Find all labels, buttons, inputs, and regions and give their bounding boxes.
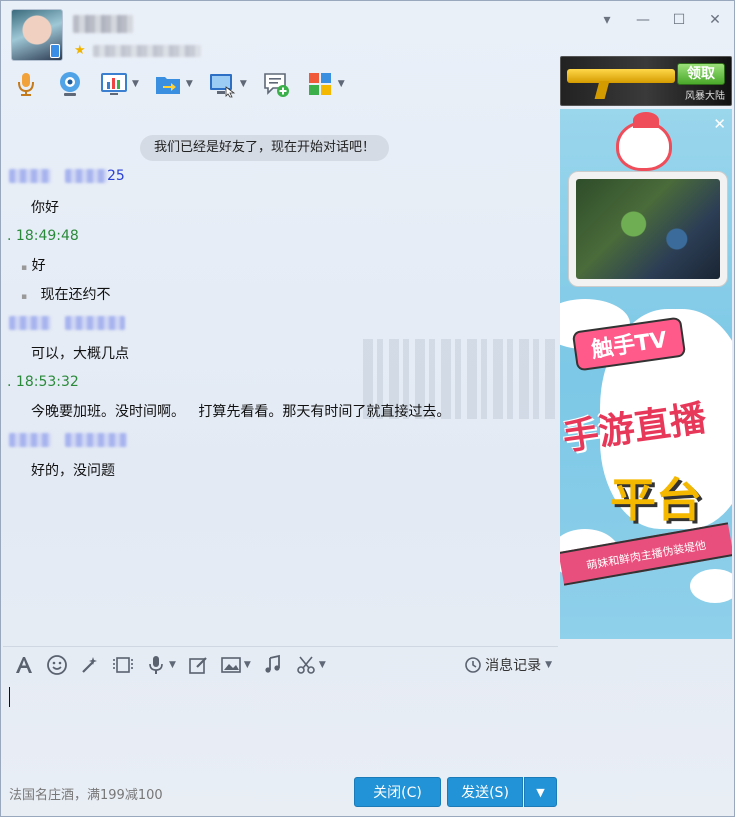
minimize-icon[interactable]: — <box>634 11 652 29</box>
microphone-icon <box>18 73 34 96</box>
timestamp-blurred <box>65 169 107 183</box>
screen-share-button[interactable]: ▼ <box>207 69 247 99</box>
promo-link[interactable]: 法国名庄酒，满199减100 <box>9 784 163 803</box>
clock-icon <box>465 657 481 673</box>
edit-icon <box>189 656 207 674</box>
sender-name <box>9 169 51 183</box>
chat-add-icon <box>263 73 289 97</box>
message-text: ▪ 好 <box>21 258 46 274</box>
message-text: 可以，大概几点 <box>31 346 129 362</box>
message-text: 好的，没问题 <box>31 463 115 479</box>
message-text: 你好 <box>31 200 59 216</box>
message-header <box>9 314 125 332</box>
sender-name <box>9 316 51 330</box>
chat-toolbar: ▼ ▼ ▼ ▼ <box>11 69 359 99</box>
timestamp: 18:49:48 <box>15 228 79 244</box>
chat-history[interactable]: 我们已经是好友了，现在开始对话吧！ 25 你好 . 18:49:48 ▪ 好 ▪… <box>3 109 558 644</box>
message-text-content: 好 <box>31 258 46 274</box>
voice-call-button[interactable] <box>11 69 41 99</box>
close-button[interactable]: 关闭(C) <box>354 777 441 807</box>
message-header: . 18:49:48 <box>7 227 79 245</box>
message-header: 25 <box>9 167 125 185</box>
timestamp-blurred <box>65 433 127 447</box>
message-text-content: 现在还约不 <box>40 287 111 303</box>
dot: . <box>7 374 16 390</box>
apps-button[interactable]: ▼ <box>305 69 345 99</box>
text-caret <box>9 687 10 707</box>
mic-icon <box>149 655 163 674</box>
image-button[interactable]: ▼ <box>220 654 251 676</box>
ad-headline-2: 平台 <box>610 473 702 527</box>
dropdown-icon[interactable]: ▾ <box>598 11 616 29</box>
maximize-icon[interactable]: ☐ <box>670 11 688 29</box>
chevron-down-icon[interactable]: ▼ <box>240 79 247 89</box>
sender-name <box>9 433 51 447</box>
chevron-down-icon[interactable]: ▼ <box>132 79 139 89</box>
video-call-button[interactable] <box>55 69 85 99</box>
close-icon[interactable]: ✕ <box>706 11 724 29</box>
font-icon <box>16 656 32 673</box>
tablet-image <box>568 171 728 287</box>
dot: . <box>7 228 16 244</box>
close-icon[interactable]: ✕ <box>713 115 726 133</box>
chevron-down-icon[interactable]: ▼ <box>338 79 345 89</box>
rifle-icon <box>567 69 675 83</box>
timestamp-blurred <box>65 316 125 330</box>
chat-window: ★ ▾ — ☐ ✕ ▼ ▼ ▼ ▼ 领取 风暴大陆 我们已经是好友了，现在开始对… <box>0 0 735 817</box>
nudge-button[interactable] <box>79 654 101 676</box>
music-button[interactable] <box>262 654 284 676</box>
avatar[interactable] <box>11 9 63 61</box>
message-header: . 18:53:32 <box>7 373 79 391</box>
timestamp: 25 <box>107 168 125 184</box>
image-icon <box>221 656 241 673</box>
apps-grid-icon <box>308 73 331 95</box>
star-icon[interactable]: ★ <box>74 43 86 58</box>
chart-screen-icon <box>101 73 127 95</box>
send-file-button[interactable]: ▼ <box>153 69 193 99</box>
send-button[interactable]: 发送(S) <box>447 777 523 807</box>
message-history-button[interactable]: 消息记录 ▼ <box>464 655 552 675</box>
magic-wand-icon <box>82 656 97 673</box>
new-chat-button[interactable] <box>261 69 291 99</box>
cloud-shape <box>690 569 732 603</box>
monitor-share-icon <box>209 74 236 98</box>
mascot-image <box>616 112 672 171</box>
message-history-label: 消息记录 <box>485 658 542 674</box>
message-text: ▪ 现在还约不 <box>21 287 111 303</box>
chevron-down-icon[interactable]: ▼ <box>169 660 176 670</box>
message-input[interactable] <box>5 683 557 771</box>
window-controls: ▾ — ☐ ✕ <box>598 11 724 29</box>
gif-button[interactable] <box>112 654 134 676</box>
film-icon <box>113 656 133 673</box>
claim-button[interactable]: 领取 <box>677 63 725 85</box>
contact-name[interactable] <box>73 15 133 33</box>
chevron-down-icon[interactable]: ▼ <box>244 660 251 670</box>
font-button[interactable] <box>13 654 35 676</box>
footer: 法国名庄酒，满199减100 关闭(C) 发送(S) ▼ <box>1 773 734 817</box>
folder-arrow-icon <box>155 77 180 94</box>
emoji-button[interactable] <box>46 654 68 676</box>
webcam-icon <box>60 72 80 96</box>
remote-assist-button[interactable]: ▼ <box>99 69 139 99</box>
message-text: 今晚要加班。没时间啊。 打算先看看。那天有时间了就直接过去。 <box>31 404 451 420</box>
input-toolbar: ▼ ▼ ▼ 消息记录 ▼ <box>3 646 558 682</box>
system-message: 我们已经是好友了，现在开始对话吧！ <box>140 135 390 161</box>
scissors-icon <box>297 655 315 674</box>
side-ad[interactable]: ✕ 触手TV 手游直播 平台 萌妹和鲜肉主播伪装堤他 <box>560 109 732 639</box>
voice-message-button[interactable]: ▼ <box>145 654 176 676</box>
emoji-icon <box>47 654 67 675</box>
mobile-online-icon <box>50 44 60 58</box>
banner-ad-subtitle: 风暴大陆 <box>685 91 725 102</box>
doodle-button[interactable] <box>187 654 209 676</box>
chevron-down-icon: ▼ <box>545 660 552 670</box>
chevron-down-icon[interactable]: ▼ <box>319 660 326 670</box>
message-header <box>9 431 127 449</box>
screenshot-button[interactable]: ▼ <box>295 654 326 676</box>
banner-ad[interactable]: 领取 风暴大陆 <box>560 56 732 106</box>
chevron-down-icon[interactable]: ▼ <box>186 79 193 89</box>
music-icon <box>265 654 280 673</box>
send-options-button[interactable]: ▼ <box>524 777 557 807</box>
contact-signature <box>93 45 201 57</box>
timestamp: 18:53:32 <box>15 374 79 390</box>
